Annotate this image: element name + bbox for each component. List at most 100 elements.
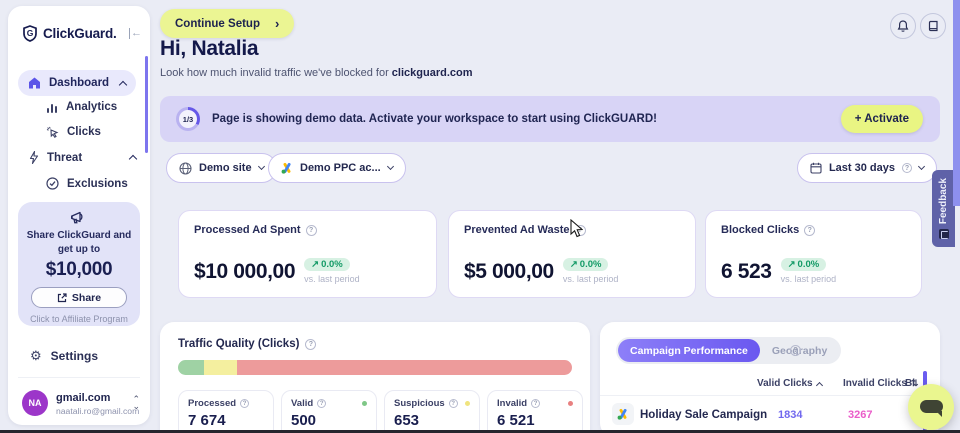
help-icon[interactable] <box>804 225 815 236</box>
stat-title: Blocked Clicks <box>721 224 799 236</box>
sidebar-item-clicks[interactable]: Clicks <box>46 126 101 138</box>
page-subtitle: Look how much invalid traffic we've bloc… <box>160 67 473 79</box>
traffic-quality-title: Traffic Quality (Clicks) <box>178 338 299 350</box>
status-dot <box>362 401 367 406</box>
tab-campaign-performance[interactable]: Campaign Performance <box>618 339 760 362</box>
stat-title: Prevented Ad Waste <box>464 224 570 236</box>
settings-label: Settings <box>51 349 98 363</box>
page-scrollbar[interactable] <box>953 0 960 206</box>
collapse-sidebar-icon[interactable]: ← <box>129 28 142 39</box>
trend-badge: 0.0% <box>304 258 350 271</box>
site-filter-dropdown[interactable]: Demo site <box>166 153 277 183</box>
mini-stat-value: 653 <box>394 412 470 429</box>
bar-segment-invalid <box>237 360 572 375</box>
book-icon <box>928 20 939 32</box>
check-circle-icon <box>46 177 59 190</box>
campaign-row-name[interactable]: Holiday Sale Campaign <box>640 409 767 421</box>
stat-value: $5 000,00 <box>464 260 554 284</box>
divider <box>600 395 924 396</box>
date-range-dropdown[interactable]: Last 30 days <box>797 153 937 183</box>
clock-info-icon <box>902 163 912 173</box>
share-button[interactable]: Share <box>31 287 127 308</box>
sidebar-item-analytics[interactable]: Analytics <box>46 101 117 113</box>
column-header-valid-clicks[interactable]: Valid Clicks <box>757 378 822 389</box>
help-icon[interactable] <box>449 399 458 408</box>
svg-text:G: G <box>27 28 34 38</box>
sidebar-item-dashboard[interactable]: Dashboard <box>18 70 136 96</box>
mini-stat-suspicious: Suspicious 653 +0.00% <box>384 390 480 433</box>
logo[interactable]: G ClickGuard. <box>22 25 117 42</box>
feedback-label: Feedback <box>938 178 949 224</box>
stat-value: 6 523 <box>721 260 772 284</box>
bar-segment-valid <box>178 360 204 375</box>
sidebar-item-exclusions[interactable]: Exclusions <box>46 177 128 190</box>
gear-icon: ⚙ <box>30 348 42 364</box>
stat-caption: vs. last period <box>304 274 360 284</box>
notifications-button[interactable] <box>890 13 916 39</box>
column-header-blocked-clicks[interactable]: Bl <box>905 378 915 389</box>
help-icon[interactable] <box>790 345 801 356</box>
setup-progress-step: 1/3 <box>179 110 197 128</box>
chevron-right-icon: › <box>275 16 279 31</box>
ppc-account-filter-value: Demo PPC ac... <box>300 162 381 174</box>
stat-value: $10 000,00 <box>194 260 295 284</box>
stat-title: Processed Ad Spent <box>194 224 301 236</box>
help-icon[interactable] <box>306 225 317 236</box>
mini-stat-invalid: Invalid 6 521 +0.00% <box>487 390 583 433</box>
help-icon[interactable] <box>240 399 249 408</box>
ppc-account-filter-dropdown[interactable]: Demo PPC ac... <box>268 153 406 183</box>
mini-stat-value: 7 674 <box>188 412 264 429</box>
megaphone-icon <box>18 202 140 225</box>
stat-card-processed-ad-spent: Processed Ad Spent $10 000,00 0.0% vs. l… <box>178 210 437 298</box>
clickguard-dashboard: G ClickGuard. ← Dashboard Analytics Clic… <box>0 0 960 433</box>
page-title: Hi, Natalia <box>160 37 258 61</box>
help-icon[interactable] <box>531 399 540 408</box>
chevron-down-icon <box>387 163 394 170</box>
setup-progress-ring: 1/3 <box>176 107 200 131</box>
chevron-up-icon <box>119 80 127 88</box>
external-link-icon <box>57 293 67 303</box>
avatar[interactable]: NA <box>22 390 48 416</box>
stat-caption: vs. last period <box>563 274 619 284</box>
continue-setup-label: Continue Setup <box>175 18 260 30</box>
sidebar-scrollbar[interactable] <box>145 56 148 153</box>
campaign-valid-clicks[interactable]: 1834 <box>778 409 802 421</box>
google-ads-icon <box>612 403 634 425</box>
sidebar-item-threat[interactable]: Threat <box>29 151 136 164</box>
docs-button[interactable] <box>920 13 946 39</box>
trend-badge: 0.0% <box>781 258 827 271</box>
promo-text: Share ClickGuard and get up to <box>18 229 140 256</box>
banner-message: Page is showing demo data. Activate your… <box>212 96 657 142</box>
trend-up-icon <box>788 259 798 270</box>
stat-card-blocked-clicks: Blocked Clicks 6 523 0.0% vs. last perio… <box>705 210 922 298</box>
feedback-tab[interactable]: Feedback <box>932 170 955 247</box>
bell-icon <box>897 20 909 33</box>
affiliate-promo-card[interactable]: Share ClickGuard and get up to $10,000 S… <box>18 202 140 326</box>
user-account-name: gmail.com <box>56 392 110 404</box>
sidebar-item-settings[interactable]: ⚙ Settings <box>30 348 98 364</box>
stat-caption: vs. last period <box>781 274 837 284</box>
activate-button[interactable]: + Activate <box>841 105 923 133</box>
globe-icon <box>179 162 192 175</box>
sidebar-item-label: Dashboard <box>49 77 109 89</box>
continue-setup-button[interactable]: Continue Setup › <box>160 9 294 38</box>
mouse-cursor <box>570 219 583 238</box>
user-email: naatali.ro@gmail.com <box>56 406 139 416</box>
help-icon[interactable] <box>305 339 316 350</box>
home-icon <box>28 77 41 89</box>
status-dot <box>465 401 470 406</box>
affiliate-link-label[interactable]: Click to Affiliate Program <box>18 314 140 324</box>
campaign-invalid-clicks[interactable]: 3267 <box>848 409 872 421</box>
shield-logo-icon: G <box>22 25 38 42</box>
status-dot <box>568 401 573 406</box>
help-icon[interactable] <box>317 399 326 408</box>
sidebar: G ClickGuard. ← Dashboard Analytics Clic… <box>8 6 150 425</box>
google-ads-icon <box>281 162 293 174</box>
account-switcher-icon[interactable]: ⌃⌄ <box>132 396 140 410</box>
sidebar-item-label: Analytics <box>66 101 117 113</box>
share-button-label: Share <box>72 292 101 304</box>
logo-text: ClickGuard. <box>43 26 117 41</box>
chevron-up-icon <box>129 155 137 163</box>
chat-widget-button[interactable] <box>908 384 954 430</box>
lightning-icon <box>29 151 39 164</box>
